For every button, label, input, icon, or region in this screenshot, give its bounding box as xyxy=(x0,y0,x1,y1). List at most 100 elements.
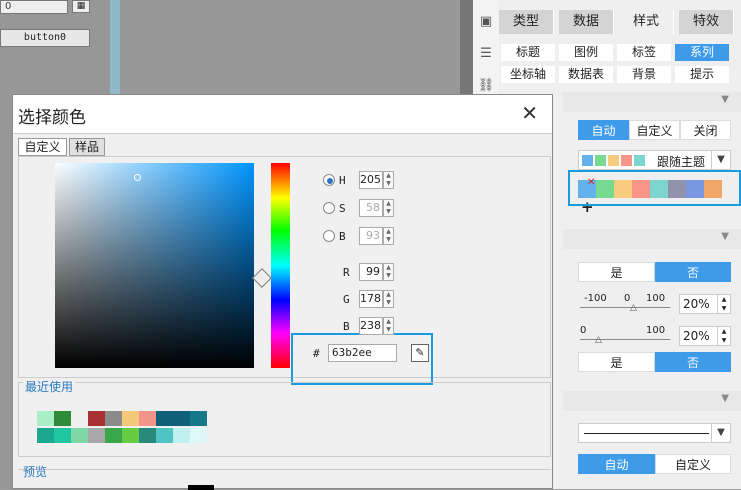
design-canvas-area xyxy=(120,0,460,95)
close-icon[interactable]: ✕ xyxy=(521,101,538,125)
recent-color-swatch[interactable] xyxy=(139,411,156,426)
color_mode-option-0[interactable]: 自动 xyxy=(578,120,629,140)
preview-group xyxy=(18,469,551,489)
yes_no_1-option-0[interactable]: 是 xyxy=(578,262,655,282)
recent-color-swatch[interactable] xyxy=(190,428,207,443)
recent-color-swatch[interactable] xyxy=(190,411,207,426)
canvas-text-input[interactable]: 0 xyxy=(0,0,68,14)
recent-color-swatch[interactable] xyxy=(139,428,156,443)
theme-dropdown[interactable]: 跟随主题 ▼ xyxy=(578,150,731,170)
field-input-5[interactable]: 238 xyxy=(359,317,383,335)
tab-1[interactable]: 数据 xyxy=(559,10,614,34)
subtab-subtabs_row1-3[interactable]: 系列 xyxy=(675,44,729,61)
recent-colors-label: 最近使用 xyxy=(23,378,76,395)
recent-color-swatch[interactable] xyxy=(54,411,71,426)
subtab-subtabs_row1-0[interactable]: 标题 xyxy=(501,44,555,61)
spinner-icon[interactable]: ▲ ▼ xyxy=(717,327,730,345)
tab-custom[interactable]: 自定义 xyxy=(18,138,67,156)
recent-color-swatch[interactable] xyxy=(37,428,54,443)
field-input-2: 93 xyxy=(359,227,383,245)
tab-samples[interactable]: 样品 xyxy=(69,138,105,156)
recent-color-swatch[interactable] xyxy=(88,428,105,443)
saturation-brightness-square[interactable] xyxy=(55,163,254,368)
recent-color-swatch[interactable] xyxy=(37,411,54,426)
series-color-highlight xyxy=(568,170,741,206)
field-label-3: R xyxy=(343,266,350,279)
auto_custom-option-0[interactable]: 自动 xyxy=(578,454,655,474)
color_mode-option-2[interactable]: 关闭 xyxy=(680,120,731,140)
recent-colors-grid xyxy=(37,411,212,443)
slider-track xyxy=(580,307,670,308)
color-picker-dialog: 选择颜色 ✕ 自定义 样品 # 63b2ee ✎ 最近使用 预览 H 205 ▲ ▼ S… xyxy=(12,94,553,490)
radio-s-1[interactable] xyxy=(323,202,335,214)
color-cursor[interactable] xyxy=(134,174,141,181)
section-header-3[interactable]: ▼ xyxy=(563,391,741,411)
recent-color-swatch[interactable] xyxy=(105,411,122,426)
theme-preview-swatch xyxy=(595,155,606,166)
color_mode-option-1[interactable]: 自定义 xyxy=(629,120,680,140)
recent-color-swatch[interactable] xyxy=(54,428,71,443)
recent-color-swatch[interactable] xyxy=(88,411,105,426)
hue-slider[interactable] xyxy=(271,163,290,368)
offset-value-input[interactable]: 20% ▲ ▼ xyxy=(679,294,731,314)
recent-color-swatch[interactable] xyxy=(122,428,139,443)
slider-thumb[interactable]: △ xyxy=(630,303,637,313)
spinner-icon[interactable]: ▲ ▼ xyxy=(383,317,394,335)
slider-ratio[interactable]: 0 100 △ xyxy=(580,325,675,345)
recent-color-swatch[interactable] xyxy=(105,428,122,443)
field-input-0[interactable]: 205 xyxy=(359,171,383,189)
field-label-1: S xyxy=(339,202,346,215)
calendar-icon[interactable]: ▦ xyxy=(72,0,90,13)
recent-color-swatch[interactable] xyxy=(122,411,139,426)
yes_no_2-option-1[interactable]: 否 xyxy=(655,352,731,372)
offset-value: 20% xyxy=(683,297,710,311)
recent-color-swatch[interactable] xyxy=(173,411,190,426)
subtab-subtabs_row2-1[interactable]: 数据表 xyxy=(559,66,613,83)
theme-preview-swatch xyxy=(582,155,593,166)
recent-color-swatch[interactable] xyxy=(71,411,88,426)
tab-2[interactable]: 样式 xyxy=(619,10,674,34)
subtab-subtabs_row2-3[interactable]: 提示 xyxy=(675,66,729,83)
subtab-subtabs_row1-2[interactable]: 标签 xyxy=(617,44,671,61)
hex-highlight xyxy=(291,333,433,385)
section-header-2[interactable]: ▼ xyxy=(563,229,741,249)
subtab-subtabs_row2-0[interactable]: 坐标轴 xyxy=(501,66,555,83)
canvas-button0[interactable]: button0 xyxy=(0,29,90,47)
slider-offset[interactable]: -100 0 100 △ xyxy=(580,293,675,313)
spinner-icon[interactable]: ▲ ▼ xyxy=(383,290,394,308)
slider-min: -100 xyxy=(584,293,607,304)
radio-h-0[interactable] xyxy=(323,174,335,186)
link-icon[interactable]: ⛓ xyxy=(477,78,495,94)
recent-color-swatch[interactable] xyxy=(71,428,88,443)
spinner-icon[interactable]: ▲ ▼ xyxy=(383,171,394,189)
field-input-4[interactable]: 178 xyxy=(359,290,383,308)
auto_custom-option-1[interactable]: 自定义 xyxy=(655,454,731,474)
subtab-subtabs_row1-1[interactable]: 图例 xyxy=(559,44,613,61)
ratio-value-input[interactable]: 20% ▲ ▼ xyxy=(679,326,731,346)
yes-no-toggle-1: 是否 xyxy=(578,262,731,282)
yes_no_2-option-0[interactable]: 是 xyxy=(578,352,655,372)
component-icon[interactable]: ▣ xyxy=(477,14,495,30)
radio-b-2[interactable] xyxy=(323,230,335,242)
subtab-subtabs_row2-2[interactable]: 背景 xyxy=(617,66,671,83)
recent-color-swatch[interactable] xyxy=(156,428,173,443)
recent-color-swatch[interactable] xyxy=(173,428,190,443)
tab-0[interactable]: 类型 xyxy=(499,10,554,34)
title-divider xyxy=(13,133,552,134)
theme-preview xyxy=(582,155,652,166)
spinner-icon[interactable]: ▲ ▼ xyxy=(383,263,394,281)
section-header-color[interactable]: ▼ xyxy=(563,92,741,112)
field-input-3[interactable]: 99 xyxy=(359,263,383,281)
layers-icon[interactable]: ☰ xyxy=(477,46,495,62)
field-label-4: G xyxy=(343,293,350,306)
recent-color-swatch[interactable] xyxy=(156,411,173,426)
field-label-2: B xyxy=(339,230,346,243)
preview-label: 预览 xyxy=(23,465,48,479)
chevron-down-icon: ▼ xyxy=(711,424,730,442)
tab-3[interactable]: 特效 xyxy=(679,10,734,34)
line-style-dropdown[interactable]: ▼ xyxy=(578,423,731,443)
yes_no_1-option-1[interactable]: 否 xyxy=(655,262,731,282)
spinner-icon[interactable]: ▲ ▼ xyxy=(717,295,730,313)
slider-thumb[interactable]: △ xyxy=(595,335,602,345)
theme-preview-swatch xyxy=(621,155,632,166)
